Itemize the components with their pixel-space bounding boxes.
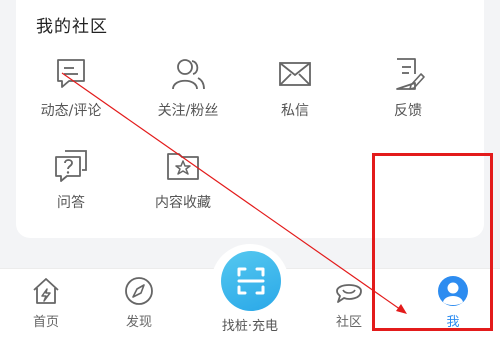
my-community-card: 我的社区 动态/评论 关注/粉丝 私信 反馈 问答 内容收藏 xyxy=(16,0,484,238)
find-charger-button[interactable] xyxy=(221,251,281,311)
section-title: 我的社区 xyxy=(36,17,108,37)
tab-label: 首页 xyxy=(32,315,59,330)
community-item-qa[interactable]: 问答 xyxy=(26,148,116,212)
qa-icon xyxy=(55,150,87,182)
favorites-icon xyxy=(167,153,199,180)
community-item-label: 关注/粉丝 xyxy=(157,103,219,119)
feedback-icon xyxy=(396,58,425,90)
scan-icon xyxy=(237,267,265,295)
comment-icon xyxy=(57,59,85,88)
chat-icon xyxy=(336,284,362,303)
profile-icon xyxy=(438,276,468,306)
community-item-label: 问答 xyxy=(57,195,85,211)
tab-me[interactable]: 我 xyxy=(418,275,488,330)
tab-community[interactable]: 社区 xyxy=(314,275,384,330)
community-item-label: 动态/评论 xyxy=(40,103,102,119)
users-icon xyxy=(172,59,205,90)
community-item-messages[interactable]: 私信 xyxy=(250,56,340,120)
community-item-feedback[interactable]: 反馈 xyxy=(363,56,453,120)
community-item-activity[interactable]: 动态/评论 xyxy=(26,56,116,120)
community-item-favorites[interactable]: 内容收藏 xyxy=(138,148,228,212)
mail-icon xyxy=(279,62,311,86)
tab-label: 我 xyxy=(446,315,460,330)
community-item-label: 反馈 xyxy=(394,103,422,119)
home-icon xyxy=(33,278,59,304)
community-item-label: 私信 xyxy=(281,103,309,119)
community-item-follow[interactable]: 关注/粉丝 xyxy=(143,56,233,120)
tab-discover[interactable]: 发现 xyxy=(104,275,174,330)
tab-label: 发现 xyxy=(125,315,152,330)
tab-label-find-charger: 找桩·充电 xyxy=(221,319,279,334)
tab-home[interactable]: 首页 xyxy=(11,275,81,330)
community-item-label: 内容收藏 xyxy=(155,195,211,211)
tab-label: 社区 xyxy=(335,315,362,330)
compass-icon xyxy=(125,277,153,305)
